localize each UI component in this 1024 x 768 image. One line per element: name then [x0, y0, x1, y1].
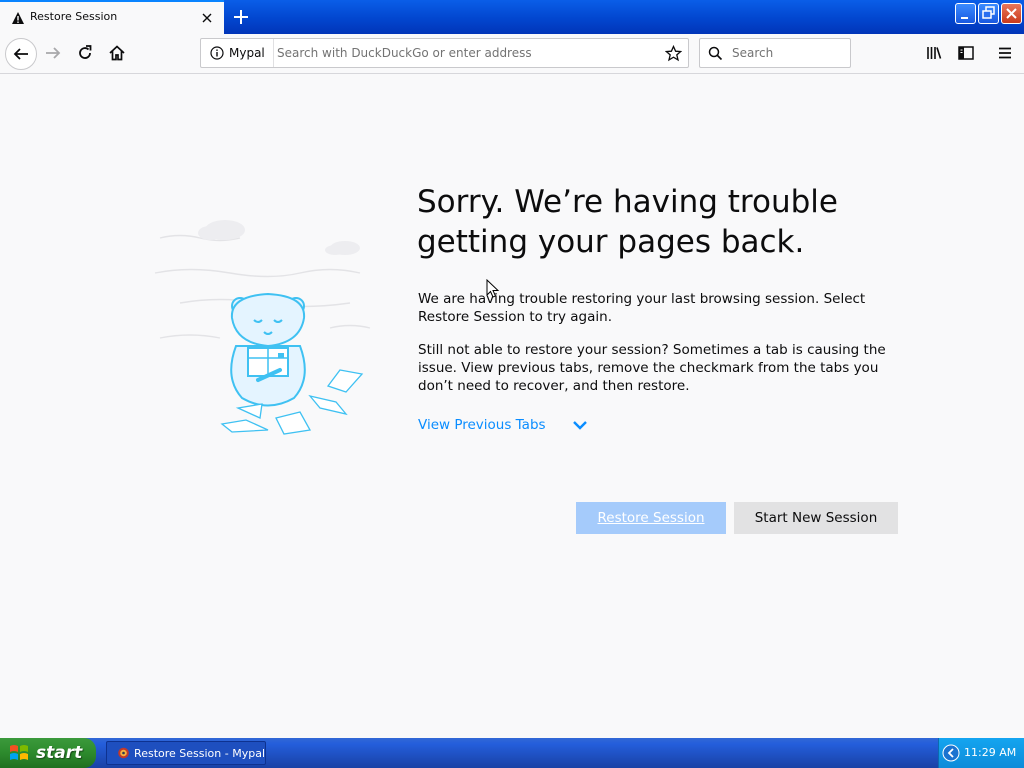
minimize-icon	[961, 17, 968, 19]
sad-bear-illustration	[154, 220, 371, 435]
menu-button[interactable]	[991, 39, 1019, 67]
new-tab-icon[interactable]	[231, 7, 251, 27]
tray-arrow-icon[interactable]	[942, 744, 960, 762]
system-tray: 11:29 AM	[938, 738, 1024, 768]
restore-window-button[interactable]	[978, 3, 999, 24]
close-tab-icon[interactable]	[200, 11, 214, 25]
tab-strip: Restore Session	[0, 0, 1024, 34]
close-window-icon	[1006, 8, 1017, 19]
search-icon	[708, 46, 723, 61]
navigation-toolbar: Mypal	[0, 34, 1024, 74]
restore-window-icon	[982, 6, 995, 19]
search-input[interactable]	[728, 39, 848, 67]
warning-icon	[12, 12, 24, 24]
close-window-button[interactable]	[1001, 3, 1022, 24]
hamburger-menu-icon	[999, 47, 1011, 59]
info-icon	[210, 46, 224, 60]
chevron-down-icon	[572, 421, 587, 430]
taskbar-item-restore-session[interactable]: Restore Session - Mypal	[106, 741, 266, 765]
restore-session-button[interactable]: Restore Session	[576, 502, 726, 534]
taskbar: start Restore Session - Mypal 11:29 AM	[0, 738, 1024, 768]
minimize-button[interactable]	[955, 3, 976, 24]
url-bar[interactable]: Mypal	[200, 38, 689, 68]
start-button[interactable]: start	[0, 738, 96, 768]
view-previous-tabs-toggle[interactable]: View Previous Tabs	[418, 417, 588, 433]
identity-label: Mypal	[229, 46, 265, 60]
library-button[interactable]	[920, 39, 948, 67]
home-button[interactable]	[103, 39, 131, 67]
windows-logo-icon	[10, 745, 28, 760]
forward-button[interactable]	[39, 39, 67, 67]
reload-icon	[79, 45, 92, 59]
bookmark-star-icon[interactable]	[665, 45, 682, 62]
home-icon	[109, 45, 125, 61]
reload-button[interactable]	[71, 39, 99, 67]
tab-restore-session[interactable]: Restore Session	[0, 0, 224, 34]
start-label: start	[36, 743, 83, 763]
tab-title: Restore Session	[30, 10, 118, 23]
back-arrow-icon	[13, 48, 28, 60]
view-previous-tabs-label: View Previous Tabs	[418, 417, 546, 433]
mypal-app-icon	[118, 747, 129, 759]
search-bar[interactable]	[699, 38, 851, 68]
back-button[interactable]	[5, 38, 37, 70]
address-input[interactable]	[271, 39, 651, 67]
page-title: Sorry. We’re having trouble getting your…	[417, 184, 838, 260]
start-new-session-button[interactable]: Start New Session	[734, 502, 898, 534]
site-identity[interactable]: Mypal	[201, 39, 274, 67]
library-icon	[927, 47, 942, 59]
forward-arrow-icon	[46, 47, 61, 59]
mouse-pointer-icon	[486, 279, 500, 298]
clock: 11:29 AM	[964, 746, 1017, 759]
sidebar-button[interactable]	[952, 39, 980, 67]
taskbar-item-label: Restore Session - Mypal	[134, 746, 265, 760]
sidebar-icon	[958, 46, 974, 60]
restore-help-text: Still not able to restore your session? …	[418, 342, 886, 394]
